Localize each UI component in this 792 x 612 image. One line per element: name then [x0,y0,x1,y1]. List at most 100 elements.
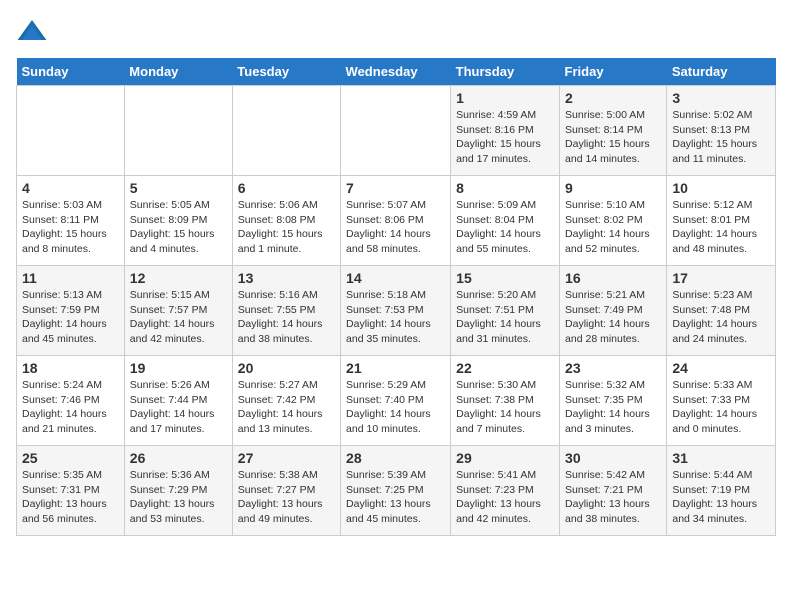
calendar-cell: 4 Sunrise: 5:03 AMSunset: 8:11 PMDaylight… [17,176,125,266]
calendar-cell: 24Sunrise: 5:33 AMSunset: 7:33 PMDayligh… [667,356,776,446]
calendar-cell: 25 Sunrise: 5:35 AMSunset: 7:31 PMDayligh… [17,446,125,536]
calendar-cell: 8 Sunrise: 5:09 AMSunset: 8:04 PMDaylight… [451,176,560,266]
calendar-cell: 23 Sunrise: 5:32 AMSunset: 7:35 PMDayligh… [560,356,667,446]
calendar-cell: 11Sunrise: 5:13 AMSunset: 7:59 PMDayligh… [17,266,125,356]
day-number: 27 [238,450,335,466]
day-info: Sunrise: 5:10 AMSunset: 8:02 PMDaylight:… [565,198,661,257]
day-info: Sunrise: 5:15 AMSunset: 7:57 PMDaylight:… [130,288,227,347]
day-number: 13 [238,270,335,286]
day-info: Sunrise: 5:00 AMSunset: 8:14 PMDaylight:… [565,108,661,167]
day-info: Sunrise: 5:35 AMSunset: 7:31 PMDaylight:… [22,468,119,527]
calendar-cell [232,86,340,176]
day-number: 5 [130,180,227,196]
day-number: 16 [565,270,661,286]
day-number: 18 [22,360,119,376]
weekday-header-row: SundayMondayTuesdayWednesdayThursdayFrid… [17,58,776,86]
day-info: Sunrise: 5:32 AMSunset: 7:35 PMDaylight:… [565,378,661,437]
day-info: Sunrise: 5:41 AMSunset: 7:23 PMDaylight:… [456,468,554,527]
day-info: Sunrise: 5:29 AMSunset: 7:40 PMDaylight:… [346,378,445,437]
day-number: 8 [456,180,554,196]
calendar-cell: 10Sunrise: 5:12 AMSunset: 8:01 PMDayligh… [667,176,776,266]
day-number: 3 [672,90,770,106]
calendar-cell: 29 Sunrise: 5:41 AMSunset: 7:23 PMDayligh… [451,446,560,536]
calendar-cell: 17Sunrise: 5:23 AMSunset: 7:48 PMDayligh… [667,266,776,356]
calendar-week-5: 25 Sunrise: 5:35 AMSunset: 7:31 PMDayligh… [17,446,776,536]
calendar-cell: 16 Sunrise: 5:21 AMSunset: 7:49 PMDayligh… [560,266,667,356]
calendar-cell: 13 Sunrise: 5:16 AMSunset: 7:55 PMDayligh… [232,266,340,356]
calendar-body: 1 Sunrise: 4:59 AMSunset: 8:16 PMDaylight… [17,86,776,536]
day-number: 28 [346,450,445,466]
day-number: 21 [346,360,445,376]
day-number: 30 [565,450,661,466]
day-number: 19 [130,360,227,376]
day-info: Sunrise: 5:27 AMSunset: 7:42 PMDaylight:… [238,378,335,437]
day-number: 14 [346,270,445,286]
day-info: Sunrise: 5:42 AMSunset: 7:21 PMDaylight:… [565,468,661,527]
day-info: Sunrise: 5:44 AMSunset: 7:19 PMDaylight:… [672,468,770,527]
calendar-cell: 6 Sunrise: 5:06 AMSunset: 8:08 PMDaylight… [232,176,340,266]
day-info: Sunrise: 5:21 AMSunset: 7:49 PMDaylight:… [565,288,661,347]
calendar-cell [341,86,451,176]
calendar-week-4: 18Sunrise: 5:24 AMSunset: 7:46 PMDayligh… [17,356,776,446]
calendar-cell [124,86,232,176]
calendar-cell: 26 Sunrise: 5:36 AMSunset: 7:29 PMDayligh… [124,446,232,536]
weekday-header-thursday: Thursday [451,58,560,86]
day-number: 20 [238,360,335,376]
day-info: Sunrise: 5:39 AMSunset: 7:25 PMDaylight:… [346,468,445,527]
day-number: 9 [565,180,661,196]
day-info: Sunrise: 4:59 AMSunset: 8:16 PMDaylight:… [456,108,554,167]
calendar-week-3: 11Sunrise: 5:13 AMSunset: 7:59 PMDayligh… [17,266,776,356]
weekday-header-sunday: Sunday [17,58,125,86]
day-info: Sunrise: 5:09 AMSunset: 8:04 PMDaylight:… [456,198,554,257]
day-info: Sunrise: 5:05 AMSunset: 8:09 PMDaylight:… [130,198,227,257]
day-number: 22 [456,360,554,376]
logo [16,16,52,48]
calendar-cell: 21 Sunrise: 5:29 AMSunset: 7:40 PMDayligh… [341,356,451,446]
calendar-cell: 20 Sunrise: 5:27 AMSunset: 7:42 PMDayligh… [232,356,340,446]
day-number: 2 [565,90,661,106]
calendar-cell: 30 Sunrise: 5:42 AMSunset: 7:21 PMDayligh… [560,446,667,536]
day-info: Sunrise: 5:03 AMSunset: 8:11 PMDaylight:… [22,198,119,257]
calendar-cell: 15 Sunrise: 5:20 AMSunset: 7:51 PMDayligh… [451,266,560,356]
calendar-cell: 3 Sunrise: 5:02 AMSunset: 8:13 PMDaylight… [667,86,776,176]
day-number: 23 [565,360,661,376]
day-number: 1 [456,90,554,106]
calendar-cell: 22 Sunrise: 5:30 AMSunset: 7:38 PMDayligh… [451,356,560,446]
calendar-cell: 31Sunrise: 5:44 AMSunset: 7:19 PMDayligh… [667,446,776,536]
weekday-header-saturday: Saturday [667,58,776,86]
weekday-header-monday: Monday [124,58,232,86]
calendar-week-2: 4 Sunrise: 5:03 AMSunset: 8:11 PMDaylight… [17,176,776,266]
day-info: Sunrise: 5:07 AMSunset: 8:06 PMDaylight:… [346,198,445,257]
calendar-cell [17,86,125,176]
day-info: Sunrise: 5:20 AMSunset: 7:51 PMDaylight:… [456,288,554,347]
calendar-week-1: 1 Sunrise: 4:59 AMSunset: 8:16 PMDaylight… [17,86,776,176]
day-info: Sunrise: 5:16 AMSunset: 7:55 PMDaylight:… [238,288,335,347]
weekday-header-tuesday: Tuesday [232,58,340,86]
day-info: Sunrise: 5:06 AMSunset: 8:08 PMDaylight:… [238,198,335,257]
calendar-cell: 14 Sunrise: 5:18 AMSunset: 7:53 PMDayligh… [341,266,451,356]
day-number: 17 [672,270,770,286]
logo-icon [16,16,48,48]
day-number: 25 [22,450,119,466]
calendar-cell: 28 Sunrise: 5:39 AMSunset: 7:25 PMDayligh… [341,446,451,536]
day-info: Sunrise: 5:12 AMSunset: 8:01 PMDaylight:… [672,198,770,257]
calendar-header: SundayMondayTuesdayWednesdayThursdayFrid… [17,58,776,86]
day-info: Sunrise: 5:18 AMSunset: 7:53 PMDaylight:… [346,288,445,347]
day-number: 29 [456,450,554,466]
day-number: 11 [22,270,119,286]
weekday-header-friday: Friday [560,58,667,86]
calendar-cell: 27 Sunrise: 5:38 AMSunset: 7:27 PMDayligh… [232,446,340,536]
day-number: 15 [456,270,554,286]
day-info: Sunrise: 5:38 AMSunset: 7:27 PMDaylight:… [238,468,335,527]
day-number: 4 [22,180,119,196]
weekday-header-wednesday: Wednesday [341,58,451,86]
calendar-cell: 19Sunrise: 5:26 AMSunset: 7:44 PMDayligh… [124,356,232,446]
day-info: Sunrise: 5:02 AMSunset: 8:13 PMDaylight:… [672,108,770,167]
day-info: Sunrise: 5:30 AMSunset: 7:38 PMDaylight:… [456,378,554,437]
day-number: 24 [672,360,770,376]
calendar-cell: 18Sunrise: 5:24 AMSunset: 7:46 PMDayligh… [17,356,125,446]
day-number: 26 [130,450,227,466]
day-number: 6 [238,180,335,196]
day-info: Sunrise: 5:36 AMSunset: 7:29 PMDaylight:… [130,468,227,527]
page-header [16,16,776,48]
